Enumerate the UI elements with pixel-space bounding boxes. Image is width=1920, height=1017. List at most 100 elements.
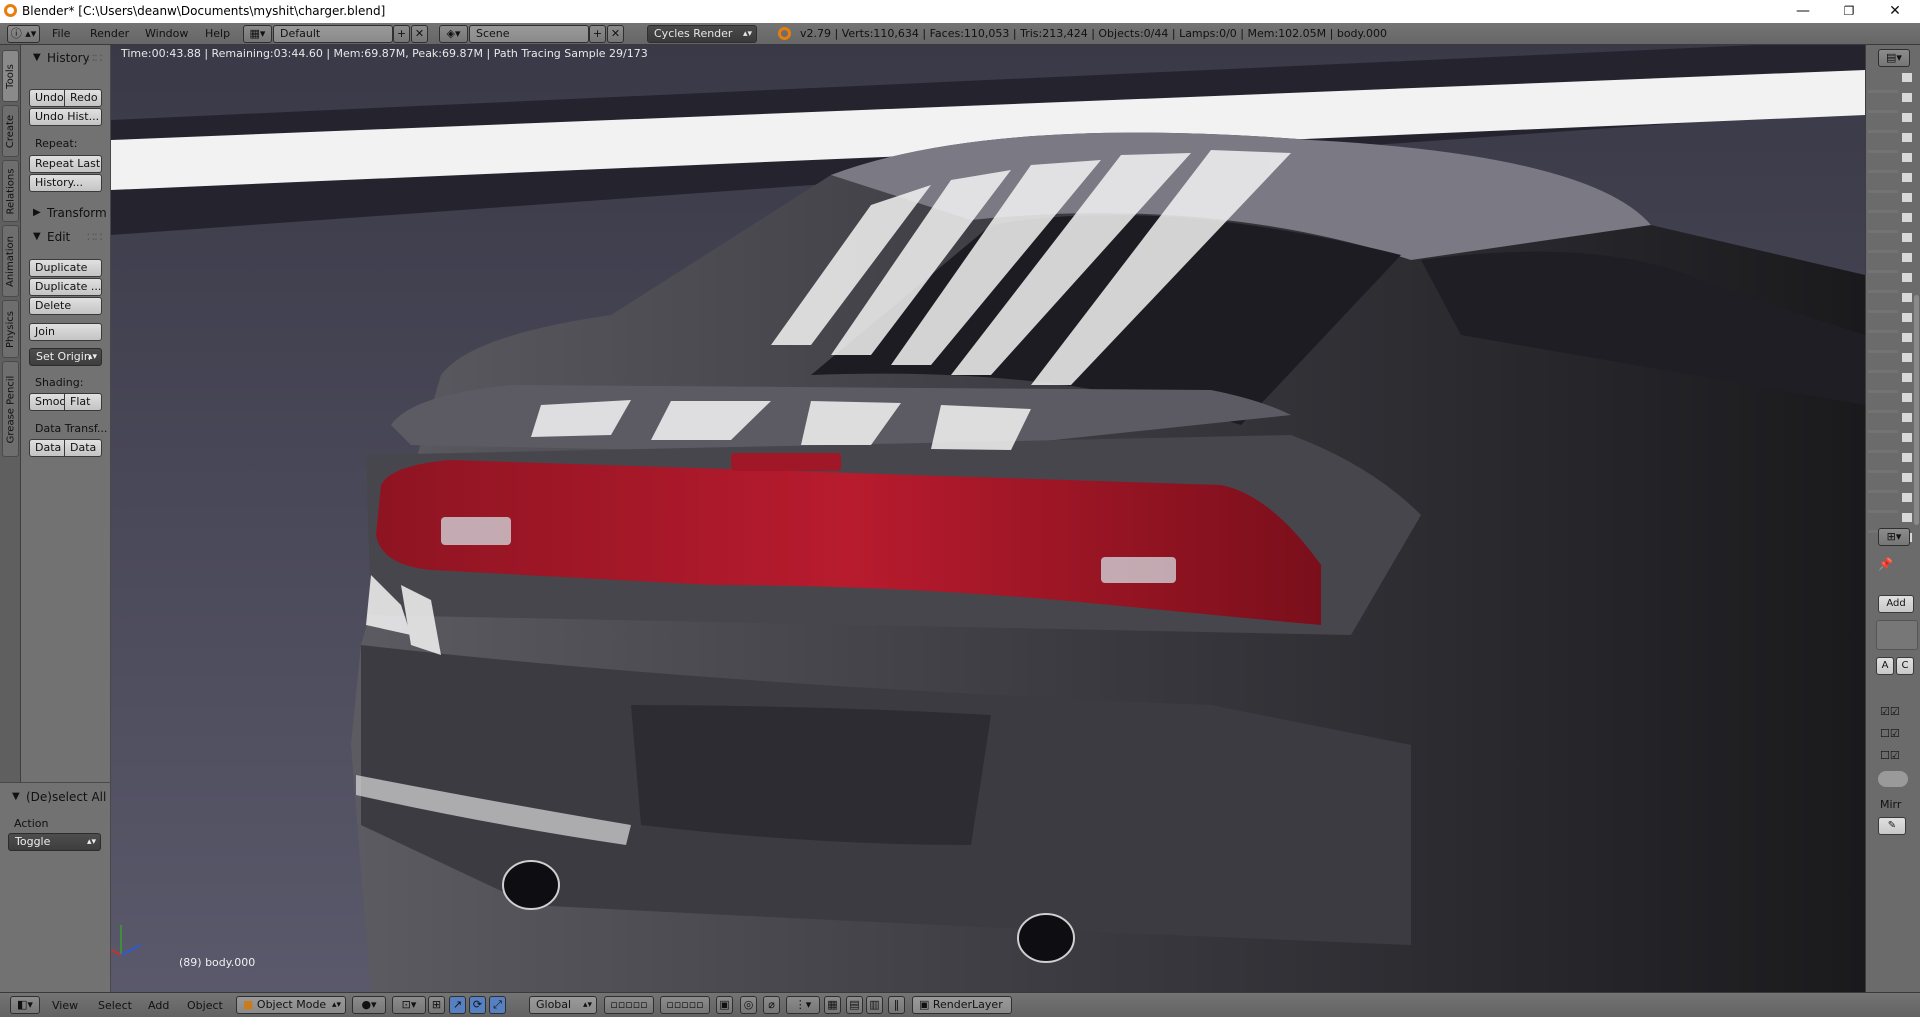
properties-field[interactable] <box>1876 620 1918 650</box>
button-a[interactable]: A <box>1876 657 1894 675</box>
scale-manipulator-icon[interactable]: ⤢ <box>489 996 506 1014</box>
3d-viewport[interactable]: Time:00:43.88 | Remaining:03:44.60 | Mem… <box>111 45 1865 992</box>
lock-layers-icon[interactable]: ▣ <box>716 996 733 1014</box>
menu-view[interactable]: View <box>52 999 78 1012</box>
data-transfer-button[interactable]: Data <box>29 439 65 457</box>
pause-render-icon[interactable]: ‖ <box>888 996 905 1014</box>
delete-button[interactable]: Delete <box>29 297 102 315</box>
properties-editor-type-icon[interactable]: ⊞▾ <box>1878 528 1910 546</box>
mirror-edit-icon[interactable]: ✎ <box>1878 817 1906 835</box>
action-dropdown[interactable]: Toggle ▴▾ <box>8 833 101 851</box>
dropdown-arrow-icon: ▴▾ <box>582 1000 592 1010</box>
undo-button[interactable]: Undo <box>29 89 65 107</box>
menu-help[interactable]: Help <box>205 27 230 40</box>
close-button[interactable]: ✕ <box>1872 0 1918 23</box>
blender-logo-icon <box>4 4 17 17</box>
snap-icon[interactable]: ⌀ <box>763 996 780 1014</box>
edit-panel-header[interactable]: ▼ Edit ∷∷ <box>21 227 111 247</box>
screen-layout-icon[interactable]: ▦▾ <box>243 25 272 43</box>
toolshelf-tabs: Tools Create Relations Animation Physics… <box>0 45 21 782</box>
operator-panel: ▼ (De)select All Action Toggle ▴▾ <box>0 782 111 992</box>
viewport-shading-icon[interactable]: ●▾ <box>352 996 386 1014</box>
history-panel-header[interactable]: ▼ History ∷∷ <box>21 48 111 68</box>
opengl-render-icon[interactable]: ▦ <box>824 996 841 1014</box>
right-editors: ▤▾ ⊞▾ 📌 Add A C ☑☑ ☐☑ ☐☑ Mirr ✎ <box>1865 45 1920 992</box>
scene-layers-grid-1[interactable]: ▫▫▫▫▫ <box>604 996 654 1014</box>
exhaust-right <box>1017 913 1075 963</box>
restore-button[interactable]: ❐ <box>1826 0 1872 23</box>
transform-panel-header[interactable]: ▶ Transform <box>21 203 111 223</box>
window-title: Blender* [C:\Users\deanw\Documents\myshi… <box>22 4 386 18</box>
render-animation-icon[interactable]: ▤ <box>846 996 863 1014</box>
add-scene-icon[interactable]: + <box>589 25 606 43</box>
duplicate-button[interactable]: Duplicate <box>29 259 102 277</box>
data-layout-button[interactable]: Data <box>64 439 102 457</box>
rotate-manipulator-icon[interactable]: ⟳ <box>469 996 486 1014</box>
outliner-rows[interactable] <box>1868 73 1898 543</box>
render-layer-field[interactable]: ▣ RenderLayer <box>912 996 1012 1014</box>
tab-create[interactable]: Create <box>2 105 19 157</box>
repeat-label: Repeat: <box>35 137 78 150</box>
add-layout-icon[interactable]: + <box>393 25 410 43</box>
menu-select[interactable]: Select <box>98 999 132 1012</box>
rendered-scene <box>111 45 1865 992</box>
snap-element-icon[interactable]: ⋮▾ <box>786 996 820 1014</box>
tab-relations[interactable]: Relations <box>2 160 19 222</box>
outliner-visibility-icons[interactable] <box>1900 73 1915 543</box>
shade-flat-button[interactable]: Flat <box>64 393 102 411</box>
minimize-button[interactable]: — <box>1780 0 1826 23</box>
drag-handle-icon[interactable]: ∷∷ <box>87 51 102 65</box>
menu-object[interactable]: Object <box>187 999 223 1012</box>
render-viewport-icon[interactable]: ▥ <box>866 996 883 1014</box>
manipulator-icon[interactable]: ⊞ <box>428 996 445 1014</box>
operator-panel-header[interactable]: ▼ (De)select All <box>0 787 110 807</box>
scene-field[interactable]: Scene <box>469 25 589 43</box>
dropdown-arrow-icon: ▴▾ <box>742 29 752 39</box>
translate-manipulator-icon[interactable]: ↗ <box>449 996 466 1014</box>
pivot-point-icon[interactable]: ⊡▾ <box>392 996 426 1014</box>
editor-type-3dview-icon[interactable]: ◧▾ <box>10 996 40 1014</box>
editor-type-info-icon[interactable]: ⓘ ▴▾ <box>7 25 40 43</box>
menu-render[interactable]: Render <box>90 27 129 40</box>
scene-layers-grid-2[interactable]: ▫▫▫▫▫ <box>660 996 710 1014</box>
menu-window[interactable]: Window <box>145 27 188 40</box>
button-c[interactable]: C <box>1896 657 1914 675</box>
scene-icon[interactable]: ◈▾ <box>439 25 468 43</box>
dropdown-arrow-icon: ▴▾ <box>87 352 97 362</box>
pin-icon[interactable]: 📌 <box>1878 557 1893 571</box>
outliner-scrollbar[interactable] <box>1914 295 1919 525</box>
undo-history-button[interactable]: Undo Hist... <box>29 108 102 126</box>
duplicate-linked-button[interactable]: Duplicate ... <box>29 278 102 296</box>
checkbox-row-2-icon[interactable]: ☐☑ <box>1880 727 1900 740</box>
set-origin-dropdown[interactable]: Set Origin ▴▾ <box>29 348 102 366</box>
proportional-edit-icon[interactable]: ◎ <box>740 996 757 1014</box>
drag-handle-icon[interactable]: ∷∷ <box>87 230 102 244</box>
repeat-last-button[interactable]: Repeat Last <box>29 155 102 173</box>
brake-light <box>731 453 841 471</box>
menu-file[interactable]: File <box>52 27 70 40</box>
checkbox-row-3-icon[interactable]: ☐☑ <box>1880 749 1900 762</box>
outliner-editor-type-icon[interactable]: ▤▾ <box>1878 49 1910 67</box>
window-titlebar: Blender* [C:\Users\deanw\Documents\myshi… <box>0 0 1920 23</box>
add-modifier-button[interactable]: Add <box>1878 595 1914 613</box>
mode-dropdown[interactable]: ■ Object Mode ▴▾ <box>236 996 346 1014</box>
toggle-icon[interactable] <box>1878 771 1908 787</box>
tool-shelf: ▼ History ∷∷ Undo Redo Undo Hist... Repe… <box>21 45 111 782</box>
tab-animation[interactable]: Animation <box>2 225 19 297</box>
checkbox-row-1-icon[interactable]: ☑☑ <box>1880 705 1900 718</box>
redo-button[interactable]: Redo <box>64 89 102 107</box>
shading-label: Shading: <box>35 376 84 389</box>
join-button[interactable]: Join <box>29 323 102 341</box>
remove-scene-icon[interactable]: ✕ <box>607 25 624 43</box>
screen-layout-field[interactable]: Default <box>273 25 393 43</box>
repeat-history-button[interactable]: History... <box>29 174 102 192</box>
tab-tools[interactable]: Tools <box>2 50 19 102</box>
orientation-dropdown[interactable]: Global ▴▾ <box>529 996 597 1014</box>
action-label: Action <box>14 817 49 830</box>
render-engine-dropdown[interactable]: Cycles Render ▴▾ <box>647 25 757 43</box>
tab-physics[interactable]: Physics <box>2 300 19 358</box>
menu-add[interactable]: Add <box>148 999 169 1012</box>
tab-grease-pencil[interactable]: Grease Pencil <box>2 361 19 457</box>
shade-smooth-button[interactable]: Smoo <box>29 393 65 411</box>
remove-layout-icon[interactable]: ✕ <box>411 25 428 43</box>
